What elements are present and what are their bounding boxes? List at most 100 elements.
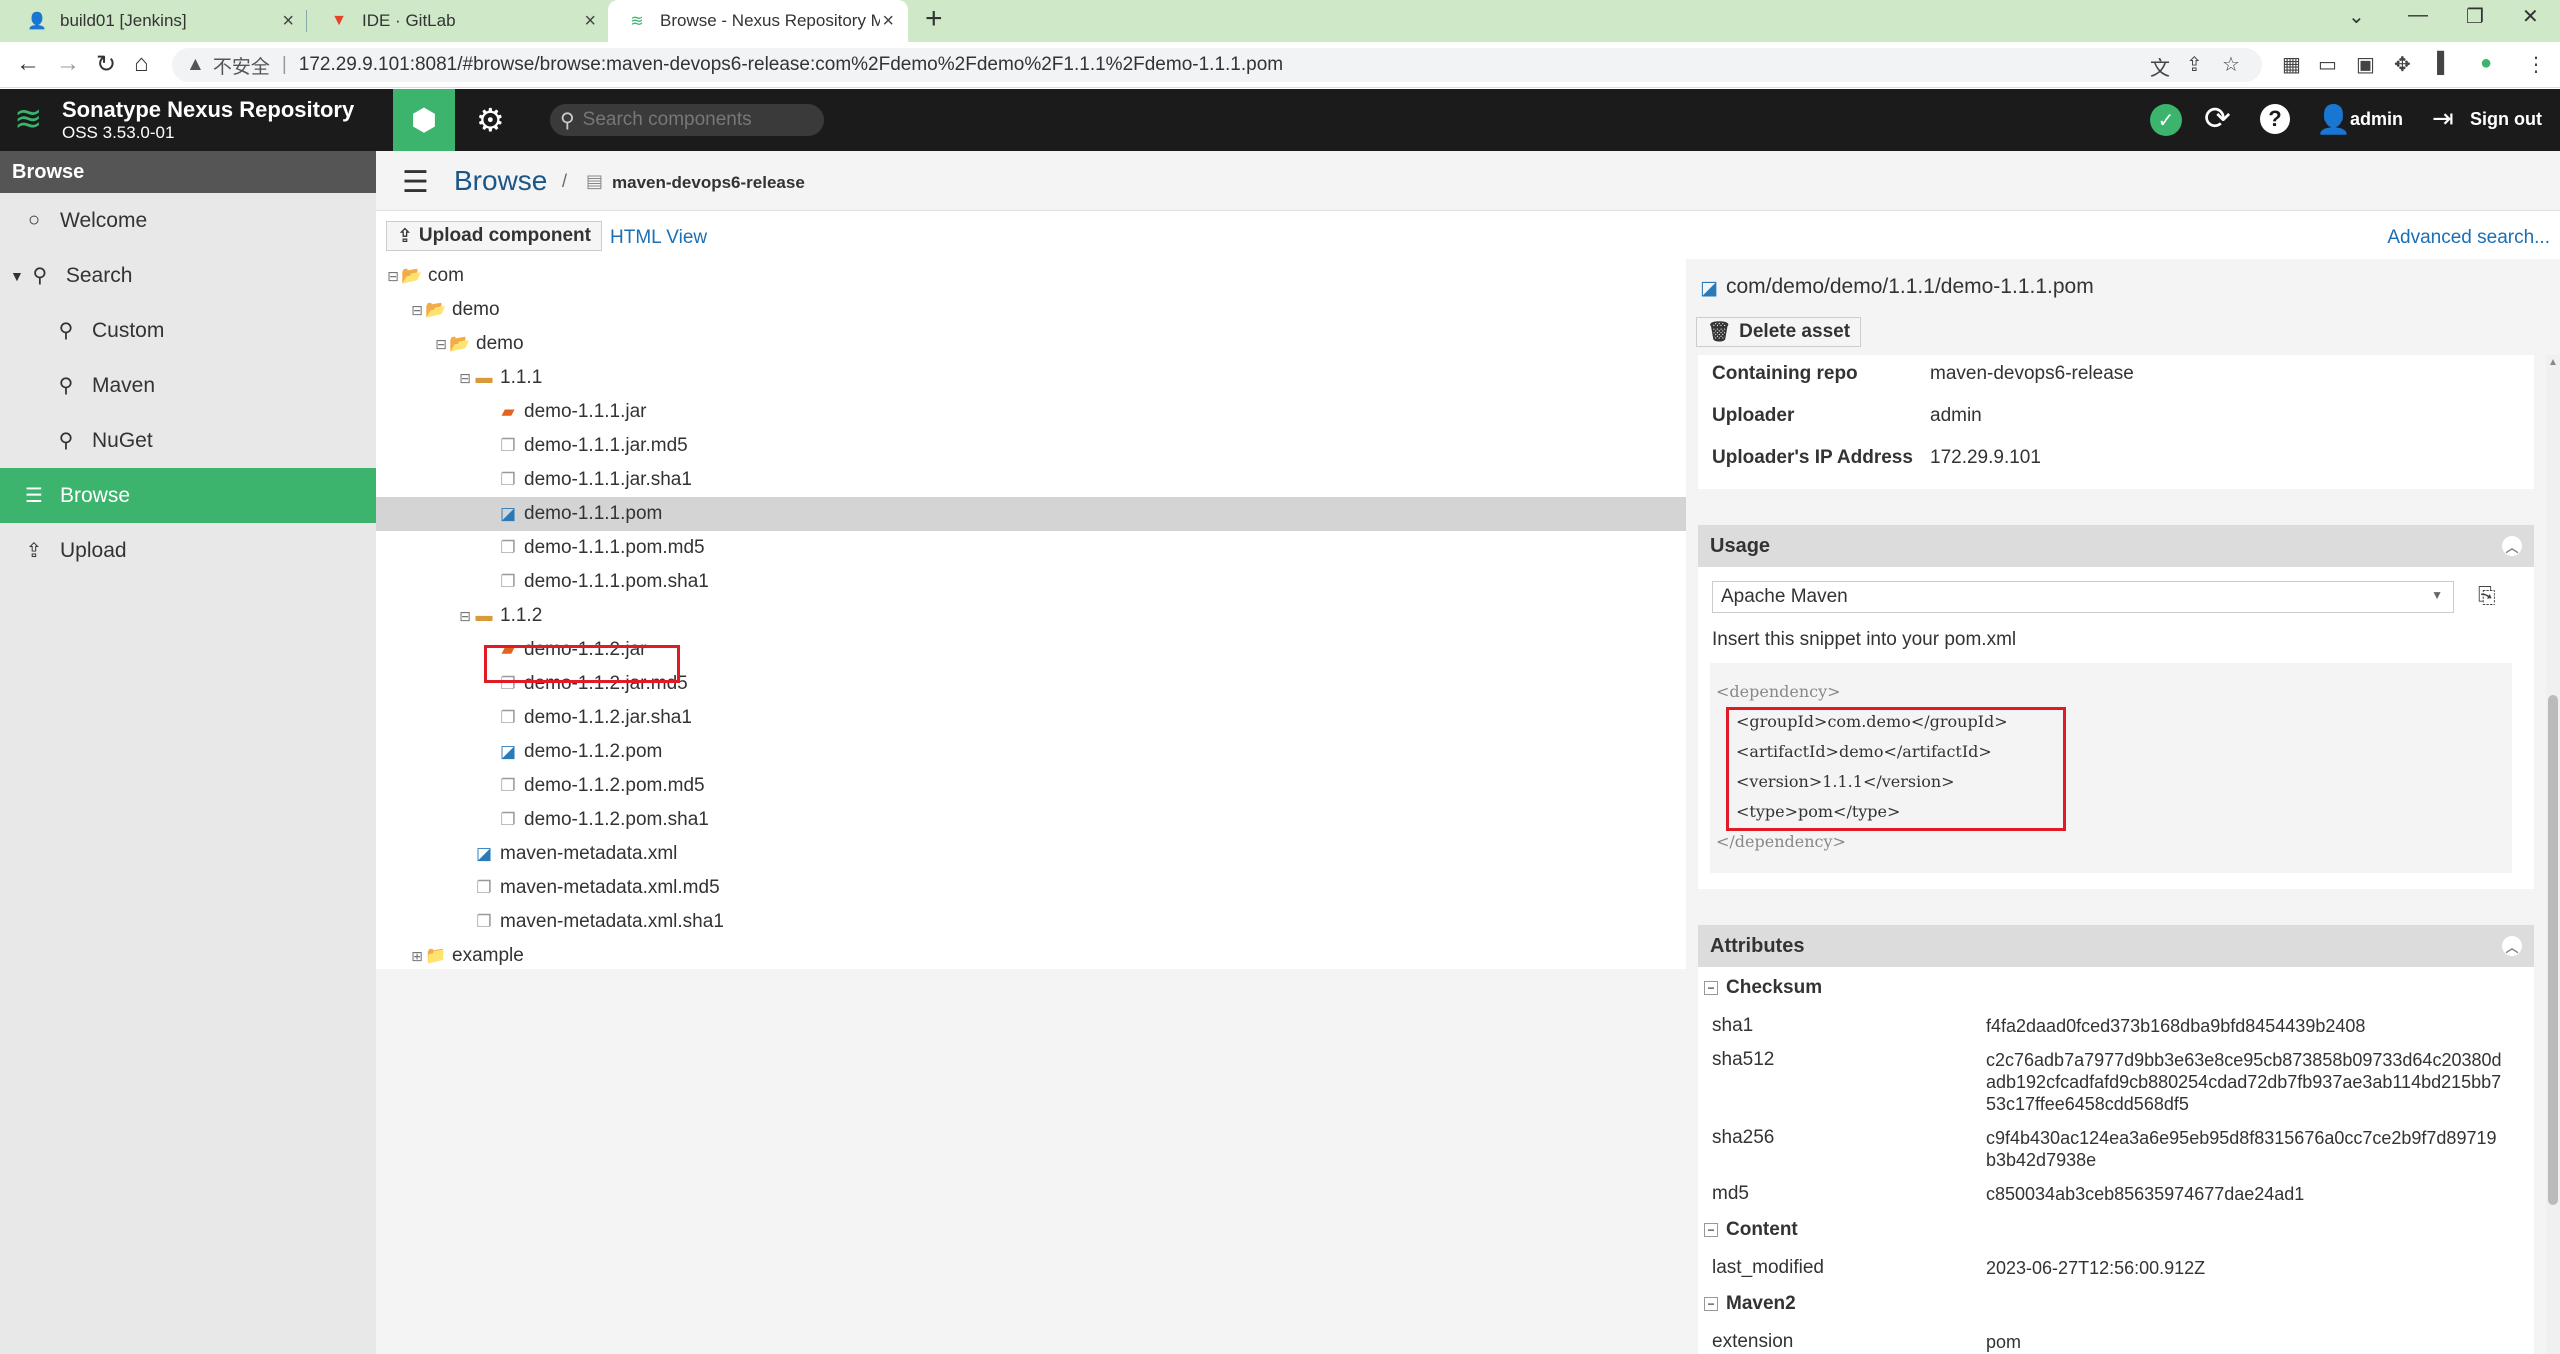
delete-asset-button[interactable]: 🗑 Delete asset	[1696, 317, 1862, 347]
tree-node-version[interactable]: ⊟ ▬ 1.1.1	[376, 361, 1686, 395]
tree-node-asset-selected[interactable]: ◪ demo-1.1.1.pom	[376, 497, 1686, 531]
extension-icon[interactable]: ▣	[2356, 52, 2375, 77]
scrollbar-thumb[interactable]	[2548, 695, 2558, 1205]
tree-node-asset[interactable]: ❐ maven-metadata.xml.md5	[376, 871, 1686, 905]
menu-kebab-icon[interactable]: ⋮	[2526, 52, 2546, 77]
collapse-icon[interactable]: ︿	[2502, 536, 2522, 556]
tree-node-asset[interactable]: ▰ demo-1.1.1.jar	[376, 395, 1686, 429]
sidebar-item-welcome[interactable]: ○ Welcome	[0, 193, 376, 248]
detail-scrollbar[interactable]: ▲	[2546, 355, 2560, 1354]
username[interactable]: admin	[2350, 109, 2403, 130]
translate-icon[interactable]: 文	[2150, 52, 2170, 81]
html-view-link[interactable]: HTML View	[610, 227, 707, 249]
sidepanel-icon[interactable]: ▐	[2430, 52, 2444, 75]
close-tab-icon[interactable]: ×	[584, 10, 596, 33]
collapse-toggle-icon[interactable]: ⊟	[458, 608, 472, 625]
extension-icon[interactable]: ▭	[2318, 52, 2337, 77]
tree-node-asset[interactable]: ❐ demo-1.1.1.jar.sha1	[376, 463, 1686, 497]
tree-node-com[interactable]: ⊟ 📂 com	[376, 259, 1686, 293]
minimize-icon[interactable]: —	[2408, 4, 2428, 27]
search-components-input[interactable]	[582, 109, 813, 131]
collapse-toggle-icon[interactable]: ⊟	[458, 370, 472, 387]
tree-node-label: demo-1.1.2.pom	[524, 741, 663, 762]
collapse-toggle-icon[interactable]: ⊟	[386, 268, 400, 285]
browse-mode-button[interactable]: ⬢	[393, 89, 455, 151]
collapse-toggle-icon[interactable]: −	[1704, 1223, 1718, 1237]
tab-search-icon[interactable]: ⌄	[2348, 4, 2365, 29]
user-icon[interactable]: 👤	[2316, 103, 2351, 136]
breadcrumb-browse[interactable]: Browse	[454, 165, 547, 197]
tree-node-asset[interactable]: ❐ demo-1.1.2.pom.sha1	[376, 803, 1686, 837]
sign-out-button[interactable]: Sign out	[2470, 109, 2542, 130]
tree-node-asset[interactable]: ❐ demo-1.1.1.pom.sha1	[376, 565, 1686, 599]
usage-card-header[interactable]: Usage ︿	[1698, 525, 2534, 567]
package-icon: ▬	[475, 368, 493, 387]
tree-node-asset[interactable]: ❐ maven-metadata.xml.sha1	[376, 905, 1686, 939]
advanced-search-link[interactable]: Advanced search...	[2387, 227, 2550, 249]
share-icon[interactable]: ⇪	[2186, 52, 2203, 77]
search-icon: ⚲	[58, 375, 74, 397]
collapse-toggle-icon[interactable]: −	[1704, 981, 1718, 995]
attributes-card-header[interactable]: Attributes ︿	[1698, 925, 2534, 967]
back-icon[interactable]: ←	[16, 50, 40, 78]
collapse-toggle-icon[interactable]: −	[1704, 1297, 1718, 1311]
maven2-group[interactable]: − Maven2	[1704, 1293, 1796, 1315]
summary-value: 172.29.9.101	[1930, 447, 2041, 468]
sidebar-item-search[interactable]: ▼ ⚲ Search	[0, 248, 376, 303]
tree-node-example[interactable]: ⊞ 📁 example	[376, 939, 1686, 973]
sign-out-icon[interactable]: ⇥	[2432, 103, 2454, 134]
search-icon: ⚲	[32, 265, 48, 287]
tab-jenkins[interactable]: 👤 build01 [Jenkins] ×	[8, 0, 308, 42]
tree-node-asset[interactable]: ❐ demo-1.1.2.jar.sha1	[376, 701, 1686, 735]
reload-icon[interactable]: ↻	[96, 50, 116, 79]
close-window-icon[interactable]: ✕	[2522, 4, 2539, 29]
content-group[interactable]: − Content	[1704, 1219, 1798, 1241]
scroll-up-icon[interactable]: ▲	[2548, 357, 2558, 368]
usage-card: Usage ︿ Apache Maven ▼ ⎘ Insert this sni…	[1698, 525, 2534, 889]
status-ok-icon[interactable]: ✓	[2150, 104, 2182, 136]
new-tab-icon[interactable]: +	[925, 2, 943, 36]
tree-node-asset[interactable]: ◪ maven-metadata.xml	[376, 837, 1686, 871]
close-tab-icon[interactable]: ×	[882, 10, 894, 33]
collapse-icon[interactable]: ︿	[2502, 936, 2522, 956]
pom-file-icon: ◪	[1700, 278, 1718, 299]
sidebar-item-browse[interactable]: ☰ Browse	[0, 468, 376, 523]
collapse-toggle-icon[interactable]: ⊟	[410, 302, 424, 319]
home-icon[interactable]: ⌂	[134, 50, 149, 78]
attribute-value: f4fa2daad0fced373b168dba9bfd8454439b2408	[1986, 1016, 2366, 1036]
puzzle-icon[interactable]: ✥	[2394, 52, 2411, 77]
upload-component-button[interactable]: ⇪ Upload component	[386, 221, 602, 251]
sidebar-item-maven[interactable]: ⚲ Maven	[0, 358, 376, 413]
expand-toggle-icon[interactable]: ⊞	[410, 948, 424, 965]
asset-detail-panel: ◪ com/demo/demo/1.1.1/demo-1.1.1.pom 🗑 D…	[1686, 259, 2560, 1354]
tree-node-demo[interactable]: ⊟ 📂 demo	[376, 293, 1686, 327]
forward-icon[interactable]: →	[56, 50, 80, 78]
tree-node-demo[interactable]: ⊟ 📂 demo	[376, 327, 1686, 361]
sidebar-item-upload[interactable]: ⇪ Upload	[0, 523, 376, 578]
copy-icon[interactable]: ⎘	[2478, 583, 2496, 609]
tree-node-asset[interactable]: ❐ demo-1.1.1.jar.md5	[376, 429, 1686, 463]
restore-icon[interactable]: ❐	[2466, 4, 2484, 29]
tab-gitlab[interactable]: ▼ IDE · GitLab ×	[310, 0, 610, 42]
profile-avatar-icon[interactable]: ●	[2480, 52, 2492, 75]
tree-node-asset[interactable]: ◪ demo-1.1.2.pom	[376, 735, 1686, 769]
sidebar-item-nuget[interactable]: ⚲ NuGet	[0, 413, 376, 468]
expand-caret-icon[interactable]: ▼	[10, 268, 24, 284]
bookmark-star-icon[interactable]: ☆	[2222, 52, 2240, 77]
collapse-toggle-icon[interactable]: ⊟	[434, 336, 448, 353]
extension-icon[interactable]: ▦	[2282, 52, 2301, 77]
tree-node-version[interactable]: ⊟ ▬ 1.1.2	[376, 599, 1686, 633]
tree-node-asset[interactable]: ❐ demo-1.1.2.pom.md5	[376, 769, 1686, 803]
sidebar-item-custom[interactable]: ⚲ Custom	[0, 303, 376, 358]
tab-nexus[interactable]: ≋ Browse - Nexus Repository M ×	[608, 0, 908, 42]
url-omnibox[interactable]: ▲ 不安全 | 172.29.9.101:8081/#browse/browse…	[172, 48, 2262, 82]
refresh-icon[interactable]: ⟳	[2204, 99, 2231, 137]
format-select[interactable]: Apache Maven ▼	[1712, 581, 2454, 613]
tree-node-asset[interactable]: ❐ demo-1.1.1.pom.md5	[376, 531, 1686, 565]
administration-gear-icon[interactable]: ⚙	[476, 101, 505, 139]
checksum-group[interactable]: − Checksum	[1704, 977, 1822, 999]
close-tab-icon[interactable]: ×	[282, 10, 294, 33]
search-components-box[interactable]: ⚲	[550, 104, 824, 136]
nexus-icon: ≋	[630, 13, 644, 30]
help-icon[interactable]: ?	[2260, 104, 2290, 134]
